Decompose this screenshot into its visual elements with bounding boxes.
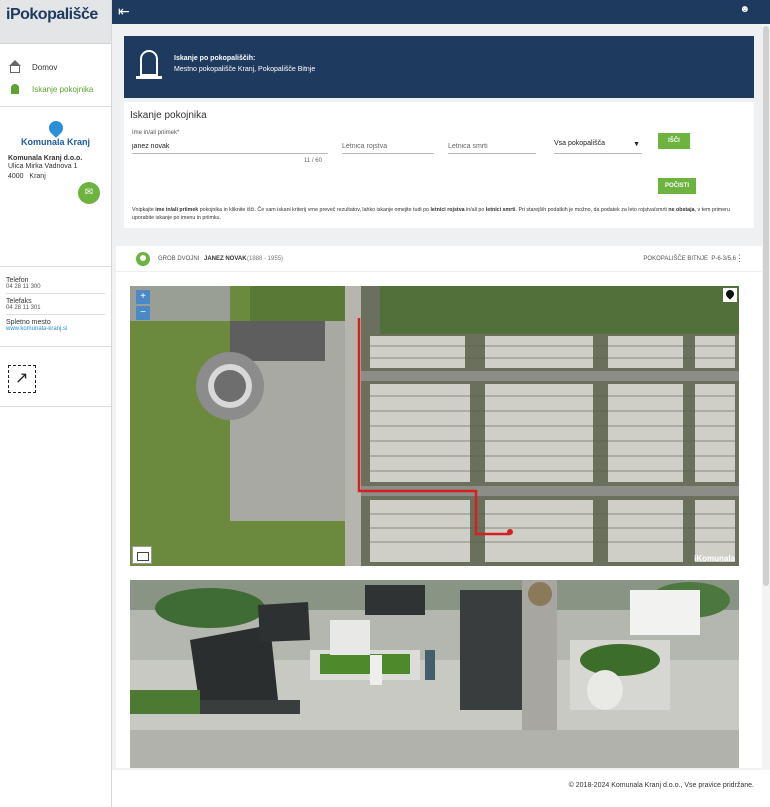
app-logo[interactable]: iPokopališče (0, 0, 111, 44)
sidebar-item-label: Domov (32, 62, 58, 72)
home-icon (8, 60, 22, 73)
clear-button[interactable]: POČISTI (658, 178, 696, 194)
print-icon[interactable] (132, 546, 152, 564)
grave-type: GROB DVOJNI (158, 256, 200, 262)
birth-year-input[interactable] (342, 140, 434, 154)
result-card: GROB DVOJNI JANEZ NOVAK (1888 - 1955) PO… (116, 246, 764, 768)
sidebar-item-search[interactable]: Iskanje pokojnika (0, 78, 111, 100)
contact-phone: Telefon 04 28 11 300 (6, 275, 105, 294)
website-link[interactable]: www.komunala-kranj.si (6, 326, 105, 332)
result-header[interactable]: GROB DVOJNI JANEZ NOVAK (1888 - 1955) PO… (116, 246, 764, 272)
user-icon[interactable]: ☻ (739, 4, 750, 15)
company-city: 4000 Kranj (8, 173, 46, 180)
company-name: Komunala Kranj d.o.o. (8, 155, 83, 162)
external-link-icon[interactable] (8, 365, 36, 393)
cemetery-name: POKOPALIŠČE BITNJE (643, 256, 708, 262)
search-banner: Iskanje po pokopališčih: Mestno pokopali… (124, 36, 754, 98)
deceased-name: JANEZ NOVAK (204, 256, 247, 262)
grave-photo-image (130, 580, 739, 768)
name-label: Ime in/ali priimek* (132, 130, 180, 136)
external-link-section (0, 347, 111, 407)
footer: © 2018-2024 Komunala Kranj d.o.o., Vse p… (112, 770, 770, 807)
top-bar: ⇤ ☻ (112, 0, 770, 24)
scrollbar[interactable] (762, 24, 770, 770)
search-button[interactable]: IŠČI (658, 133, 690, 149)
mail-icon: ✉ (84, 187, 94, 198)
grave-photo (130, 580, 739, 768)
location-pin-icon (136, 252, 150, 266)
death-year-input[interactable] (448, 140, 536, 154)
banner-title: Iskanje po pokopališčih: (174, 55, 256, 62)
back-arrow-icon[interactable]: ⇤ (118, 3, 130, 20)
contacts: Telefon 04 28 11 300 Telefaks 04 28 11 3… (0, 267, 111, 347)
zoom-in-button[interactable]: + (136, 290, 150, 304)
contact-fax: Telefaks 04 28 11 301 (6, 296, 105, 315)
banner-subtitle: Mestno pokopališče Kranj, Pokopališče Bi… (174, 66, 316, 73)
gravestone-icon (136, 50, 162, 79)
locate-icon[interactable] (723, 288, 737, 302)
aerial-map-image (130, 286, 739, 566)
search-help-text: Vnipkajte ime in/ali priimek pokojnika i… (132, 207, 730, 221)
sidebar-nav: Domov Iskanje pokojnika (0, 44, 111, 107)
company-logo: Komunala Kranj (8, 118, 103, 147)
map-watermark: iKomunala (694, 554, 735, 563)
copyright-text: © 2018-2024 Komunala Kranj d.o.o., Vse p… (568, 782, 754, 789)
drop-icon (45, 118, 66, 138)
char-counter: 11 / 60 (304, 158, 322, 164)
search-heading: Iskanje pokojnika (130, 110, 207, 121)
mail-button[interactable]: ✉ (78, 182, 100, 204)
zoom-out-button[interactable]: − (136, 306, 150, 320)
sidebar-item-home[interactable]: Domov (0, 56, 111, 78)
more-options-icon[interactable]: ⋮ (735, 253, 744, 264)
company-street: Ulica Mirka Vadnova 1 (8, 163, 78, 170)
grave-position: P-6-3/5,6 (711, 256, 736, 262)
cemetery-select[interactable]: Vsa pokopališča ▼ (554, 140, 642, 154)
name-input[interactable] (132, 140, 328, 154)
sidebar: iPokopališče Domov Iskanje pokojnika Kom… (0, 0, 112, 807)
scrollbar-thumb[interactable] (763, 26, 769, 586)
search-panel: Iskanje pokojnika Ime in/ali priimek* 11… (124, 102, 754, 228)
cemetery-map[interactable]: + − iKomunala (130, 286, 739, 566)
sidebar-item-label: Iskanje pokojnika (32, 84, 94, 94)
contact-web: Spletno mesto www.komunala-kranj.si (6, 317, 105, 335)
deceased-years: (1888 - 1955) (247, 256, 284, 262)
grave-icon (8, 83, 22, 95)
chevron-down-icon: ▼ (633, 141, 640, 148)
